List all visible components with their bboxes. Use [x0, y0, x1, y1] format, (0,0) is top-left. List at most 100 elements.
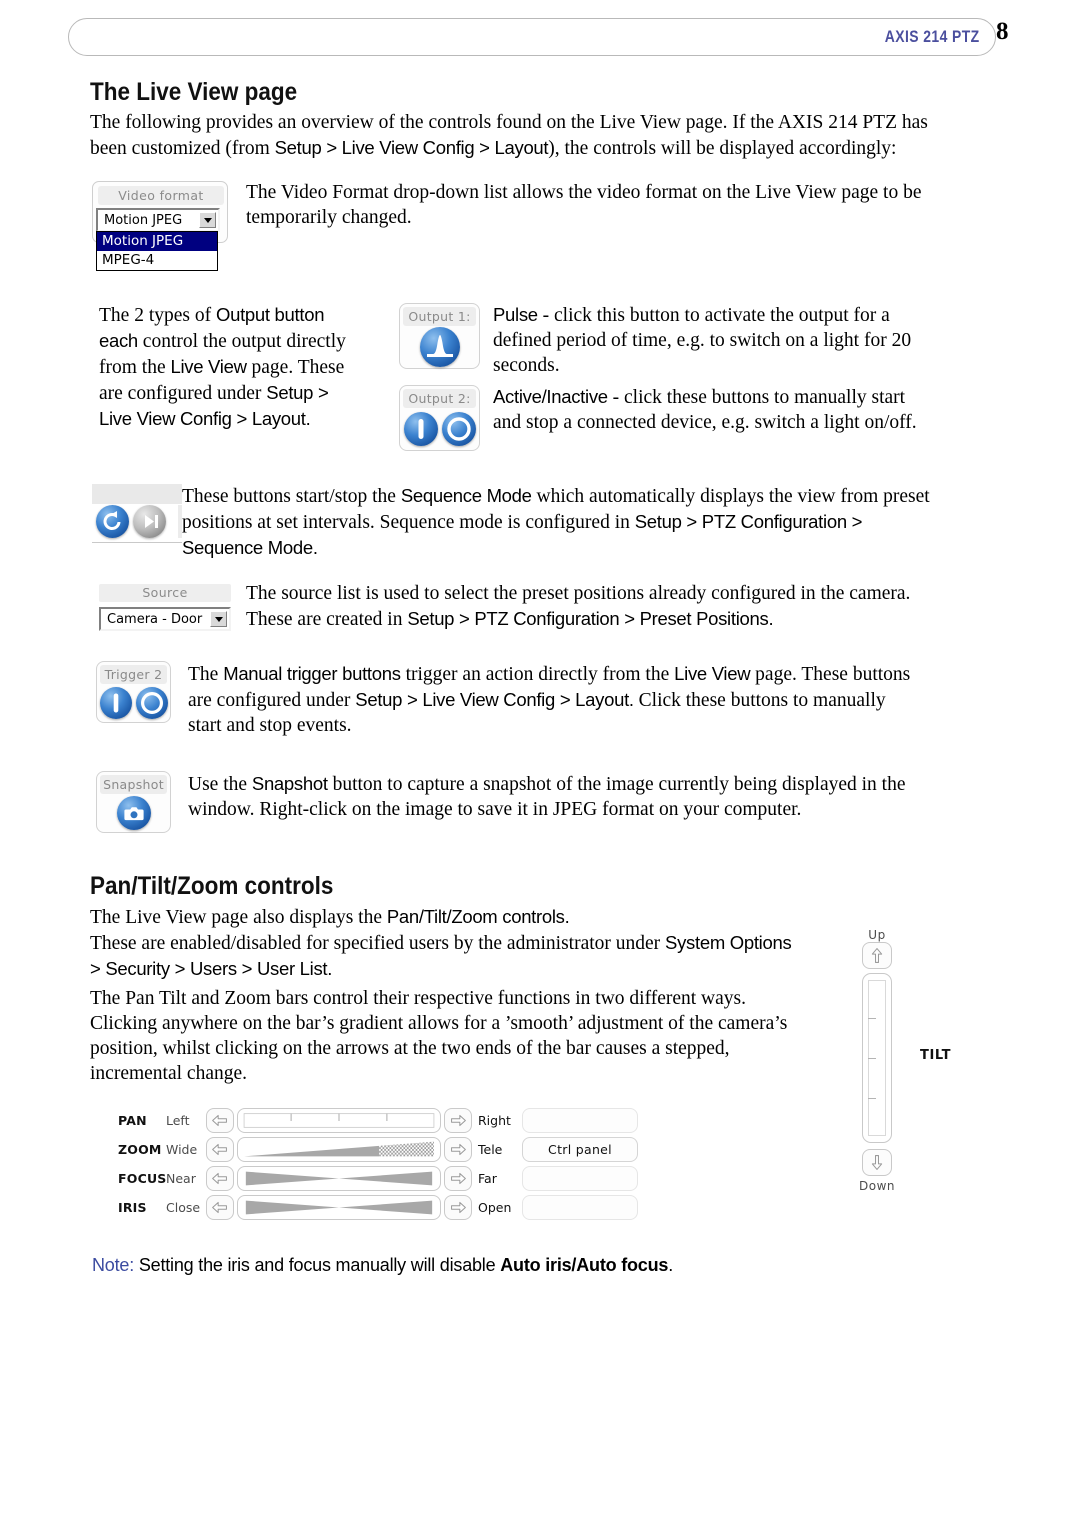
arrow-right-icon: [451, 1201, 466, 1214]
output-2-panel: Output 2:: [399, 385, 480, 451]
active-inactive-description: Active/Inactive - click these buttons to…: [493, 386, 917, 433]
ptz-intro: The Live View page also displays the Pan…: [90, 906, 792, 979]
iris-open-button[interactable]: [444, 1195, 472, 1220]
arrow-down-icon: [871, 1155, 883, 1170]
ptz-row-label: FOCUS: [118, 1171, 167, 1186]
intro-line-1: The following provides an overview of th…: [90, 112, 928, 133]
sequence-mode-panel: [92, 484, 182, 546]
pan-bar[interactable]: [237, 1108, 441, 1133]
note-label: Note:: [92, 1255, 135, 1275]
arrow-up-icon: [871, 948, 883, 963]
arrow-left-icon: [212, 1172, 227, 1185]
focus-bar[interactable]: [237, 1166, 441, 1191]
ptz-row-label: ZOOM: [118, 1142, 162, 1157]
ctrl-panel-button[interactable]: Ctrl panel: [522, 1137, 638, 1162]
header-title: AXIS 214 PTZ: [885, 27, 980, 46]
arrow-left-icon: [212, 1143, 227, 1156]
ptz-bars-explanation: The Pan Tilt and Zoom bars control their…: [90, 988, 788, 1084]
pulse-icon[interactable]: [419, 326, 460, 367]
trigger-panel: Trigger 2: [96, 661, 171, 723]
sequence-forward-icon[interactable]: [133, 505, 166, 538]
ptz-low-label: Near: [166, 1171, 196, 1186]
focus-side-box: [522, 1166, 638, 1191]
ptz-high-label: Right: [478, 1113, 511, 1128]
page-header: AXIS 214 PTZ: [68, 18, 1010, 58]
zoom-bar[interactable]: [237, 1137, 441, 1162]
pan-right-button[interactable]: [444, 1108, 472, 1133]
tilt-down-button[interactable]: [862, 1149, 892, 1176]
output-2-label: Output 2:: [403, 389, 476, 408]
source-select[interactable]: Camera - Door: [99, 607, 231, 631]
ptz-row-zoom: ZOOM Wide Tele Ctrl panel: [118, 1137, 638, 1162]
ptz-control-grid: PAN Left Right ZOOM Wide Tele Ctrl panel…: [118, 1108, 638, 1224]
ptz-low-label: Close: [166, 1200, 201, 1215]
iris-side-box: [522, 1195, 638, 1220]
live-view-intro: The following provides an overview of th…: [90, 110, 1000, 161]
pan-left-button[interactable]: [206, 1108, 234, 1133]
snapshot-description: Use the Snapshot button to capture a sna…: [188, 773, 906, 820]
ui-path-setup-layout: Setup > Live View Config > Layout: [274, 137, 549, 158]
chevron-down-icon[interactable]: [210, 611, 227, 627]
focus-near-button[interactable]: [206, 1166, 234, 1191]
iris-bar[interactable]: [237, 1195, 441, 1220]
arrow-right-icon: [451, 1172, 466, 1185]
video-format-desc-line-1: The Video Format drop-down list allows t…: [246, 182, 922, 203]
ptz-row-label: IRIS: [118, 1200, 147, 1215]
ptz-low-label: Wide: [166, 1142, 198, 1157]
source-description: The source list is used to select the pr…: [246, 583, 911, 630]
source-label: Source: [99, 584, 231, 602]
ptz-row-pan: PAN Left Right: [118, 1108, 638, 1133]
tilt-axis-label: TILT: [920, 1048, 952, 1063]
video-format-option-list[interactable]: Motion JPEG MPEG-4: [96, 231, 218, 271]
video-format-description: The Video Format drop-down list allows t…: [246, 180, 986, 230]
video-format-select[interactable]: Motion JPEG: [96, 208, 220, 232]
ptz-row-iris: IRIS Close Open: [118, 1195, 638, 1220]
inactive-icon[interactable]: [441, 411, 476, 446]
pulse-glyph: [426, 334, 453, 357]
arrow-right-icon: [451, 1143, 466, 1156]
video-format-label: Video format: [98, 186, 224, 205]
header-pill: [68, 18, 996, 56]
source-selected-value: Camera - Door: [107, 612, 203, 627]
pulse-description: Pulse - click this button to activate th…: [493, 304, 912, 376]
iris-close-button[interactable]: [206, 1195, 234, 1220]
note-text-b: .: [668, 1255, 674, 1275]
video-format-desc-line-2: temporarily changed.: [246, 207, 412, 228]
tilt-up-button[interactable]: [862, 942, 892, 969]
intro-line-2: been customized (from Setup > Live View …: [90, 137, 897, 159]
note-text-bold: Auto iris/Auto focus: [500, 1255, 669, 1275]
snapshot-panel: Snapshot: [96, 771, 171, 833]
camera-icon[interactable]: [116, 795, 151, 830]
ptz-section-title: Pan/Tilt/Zoom controls: [90, 872, 334, 900]
video-format-option-motion-jpeg[interactable]: Motion JPEG: [97, 232, 217, 251]
ptz-row-label: PAN: [118, 1113, 147, 1128]
arrow-left-icon: [212, 1201, 227, 1214]
output-1-panel: Output 1:: [399, 303, 480, 369]
tilt-bar[interactable]: [862, 973, 892, 1143]
arrow-left-icon: [212, 1114, 227, 1127]
trigger-description: The Manual trigger buttons trigger an ac…: [188, 663, 911, 736]
ptz-high-label: Open: [478, 1200, 512, 1215]
note-line: Note: Setting the iris and focus manuall…: [92, 1255, 673, 1276]
output-button-left-text: The 2 types of Output button each contro…: [99, 304, 346, 429]
ptz-low-label: Left: [166, 1113, 190, 1128]
output-1-label: Output 1:: [403, 307, 476, 326]
sequence-back-icon[interactable]: [96, 505, 129, 538]
tilt-down-label: Down: [858, 1179, 895, 1193]
trigger-active-icon[interactable]: [99, 686, 132, 719]
focus-far-button[interactable]: [444, 1166, 472, 1191]
ptz-row-focus: FOCUS Near Far: [118, 1166, 638, 1191]
zoom-tele-button[interactable]: [444, 1137, 472, 1162]
ptz-high-label: Tele: [478, 1142, 503, 1157]
chevron-down-icon[interactable]: [199, 212, 216, 228]
zoom-wide-button[interactable]: [206, 1137, 234, 1162]
video-format-option-mpeg4[interactable]: MPEG-4: [97, 251, 217, 270]
document-page: AXIS 214 PTZ 8 The Live View page The fo…: [0, 0, 1080, 1527]
pan-side-box: [522, 1108, 638, 1133]
page-number: 8: [996, 18, 1009, 45]
trigger-inactive-icon[interactable]: [135, 686, 168, 719]
active-icon[interactable]: [403, 411, 438, 446]
video-format-selected-value: Motion JPEG: [104, 213, 183, 228]
tilt-up-label: Up: [868, 928, 886, 942]
trigger-label: Trigger 2: [100, 665, 167, 684]
